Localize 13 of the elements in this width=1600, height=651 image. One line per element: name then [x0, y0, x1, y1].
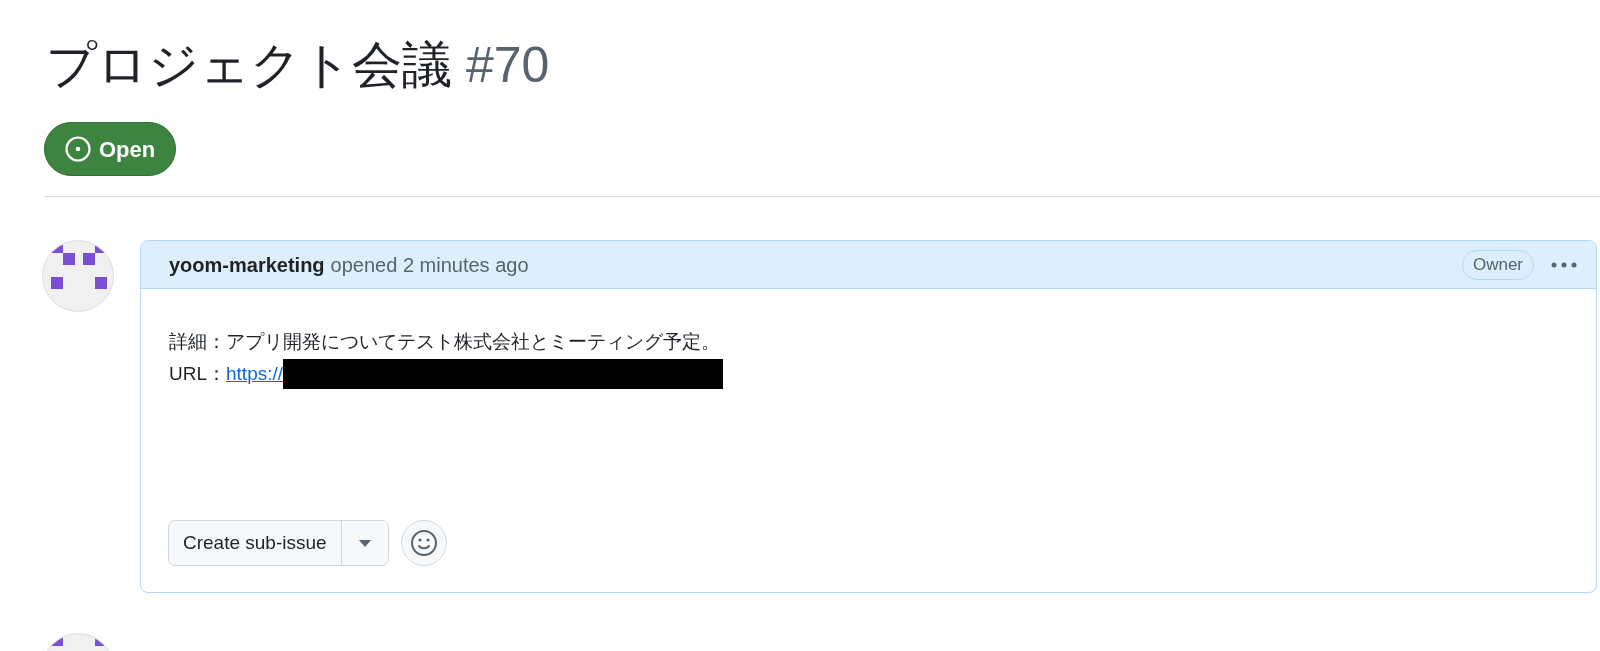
open-circle-icon [65, 136, 91, 162]
url-label: URL： [169, 362, 226, 386]
reaction-button[interactable] [400, 520, 447, 566]
more-options-icon[interactable] [1550, 260, 1578, 269]
smiley-icon [409, 529, 438, 557]
status-badge: Open [44, 122, 177, 176]
issue-title: プロジェクト会議 [46, 36, 452, 95]
url-link[interactable]: https:// [226, 358, 284, 390]
issue-number: #70 [466, 36, 550, 95]
author-link[interactable]: yoom-marketing [169, 249, 325, 280]
caret-icon [358, 539, 371, 547]
detail-text: 詳細：アプリ開発についてテスト株式会社とミーティング予定。 [169, 330, 721, 354]
opened-time: opened 2 minutes ago [330, 252, 529, 278]
